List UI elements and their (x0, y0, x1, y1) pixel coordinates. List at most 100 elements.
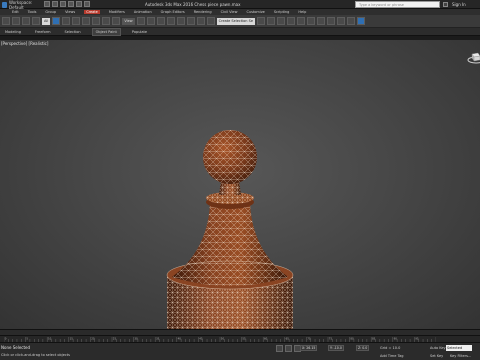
z-coordinate-field[interactable]: Z: 0.0 (356, 345, 370, 351)
sign-in-link[interactable]: Sign In (452, 2, 466, 7)
selection-lock-icon[interactable] (285, 345, 292, 352)
user-icon[interactable] (443, 2, 448, 7)
timeline-tick-label: 55 (242, 337, 246, 341)
timeline-tick-label: 90 (394, 337, 398, 341)
rendered-frame-icon[interactable] (337, 17, 346, 25)
menu-customize[interactable]: Customize (246, 10, 264, 14)
timeline-tick-label: 80 (350, 337, 354, 341)
redo-tool-icon[interactable] (12, 17, 20, 25)
menu-help[interactable]: Help (298, 10, 306, 14)
perspective-viewport[interactable]: [Perspective] [Realistic] (0, 40, 480, 329)
reference-coordinate-dropdown[interactable]: View (122, 17, 135, 25)
align-icon[interactable] (267, 17, 276, 25)
search-input[interactable]: Type a keyword or phrase (355, 1, 440, 8)
undo-tool-icon[interactable] (2, 17, 10, 25)
timeline-tick-label: 40 (178, 337, 182, 341)
material-editor-icon[interactable] (317, 17, 326, 25)
percent-snap-icon[interactable] (186, 17, 195, 25)
rectangular-selection-icon[interactable] (72, 17, 81, 25)
timeline-tick-label: 30 (134, 337, 138, 341)
tab-populate[interactable]: Populate (129, 29, 150, 35)
menu-civil-view[interactable]: Civil View (221, 10, 238, 14)
snaps-toggle-icon[interactable] (166, 17, 175, 25)
save-file-icon[interactable] (60, 1, 66, 7)
redo-icon[interactable] (76, 1, 82, 7)
curve-editor-icon[interactable] (297, 17, 306, 25)
select-by-name-icon[interactable] (62, 17, 71, 25)
title-bar: Workspace: Default Autodesk 3ds Max 2016… (0, 0, 480, 10)
timeline-tick-label: 35 (156, 337, 160, 341)
render-setup-icon[interactable] (327, 17, 336, 25)
select-scale-icon[interactable] (112, 17, 121, 25)
angle-snap-icon[interactable] (176, 17, 185, 25)
menu-create[interactable]: Create (84, 10, 100, 14)
menu-tools[interactable]: Tools (28, 10, 37, 14)
timeline-tick-label: 75 (329, 337, 333, 341)
unlink-icon[interactable] (32, 17, 40, 25)
timeline-tick-label: 0 (5, 337, 7, 341)
timeline-tick-label: 10 (48, 337, 52, 341)
tab-object-paint[interactable]: Object Paint (91, 27, 121, 36)
tab-freeform[interactable]: Freeform (32, 29, 54, 35)
viewcube-icon[interactable] (466, 50, 480, 66)
menu-graph-editors[interactable]: Graph Editors (161, 10, 185, 14)
named-selection-dropdown[interactable]: Create Selection Se (216, 17, 256, 25)
select-move-icon[interactable] (92, 17, 101, 25)
timeline-tick-label: 5 (26, 337, 28, 341)
menu-animation[interactable]: Animation (134, 10, 152, 14)
status-bar: None Selected Click or click-and-drag to… (0, 343, 480, 360)
chess-pawn-model[interactable] (150, 85, 310, 329)
mirror-icon[interactable] (257, 17, 266, 25)
add-time-tag-button[interactable]: Add Time Tag (380, 354, 404, 358)
pivot-center-icon[interactable] (136, 17, 145, 25)
workspace-selector[interactable]: Workspace: Default (2, 0, 42, 10)
set-key-button[interactable]: Set Key (430, 354, 443, 358)
select-rotate-icon[interactable] (102, 17, 111, 25)
menu-group[interactable]: Group (45, 10, 56, 14)
a360-render-icon[interactable] (357, 17, 366, 25)
key-filters-button[interactable]: Key Filters... (450, 354, 471, 358)
quick-access-toolbar (44, 1, 90, 8)
window-crossing-icon[interactable] (82, 17, 91, 25)
selection-status: None Selected (1, 345, 31, 350)
menu-modifiers[interactable]: Modifiers (109, 10, 125, 14)
open-file-icon[interactable] (52, 1, 58, 7)
edit-named-selection-icon[interactable] (206, 17, 215, 25)
timeline-tick-label: 50 (221, 337, 225, 341)
new-file-icon[interactable] (44, 1, 50, 7)
window-title: Autodesk 3ds Max 2016 Chess piece pawn.m… (145, 2, 241, 7)
spinner-snap-icon[interactable] (196, 17, 205, 25)
isolate-selection-icon[interactable] (276, 345, 283, 352)
key-mode-dropdown[interactable]: Selected (446, 345, 472, 351)
menu-edit[interactable]: Edit (12, 10, 19, 14)
timeline-ruler: 0510152025303540455055606570758085909510… (4, 337, 436, 342)
timeline-tick-label: 60 (264, 337, 268, 341)
tab-modeling[interactable]: Modeling (2, 29, 24, 35)
schematic-view-icon[interactable] (307, 17, 316, 25)
selection-filter-dropdown[interactable]: All (42, 17, 51, 25)
timeline-tick-label: 15 (70, 337, 74, 341)
timeline-tick-label: 45 (199, 337, 203, 341)
isolate-controls (276, 345, 301, 352)
select-object-icon[interactable] (52, 17, 61, 25)
app-logo-icon (2, 1, 8, 8)
layer-manager-icon[interactable] (277, 17, 286, 25)
timeline-tick-label: 25 (113, 337, 117, 341)
render-production-icon[interactable] (347, 17, 356, 25)
y-coordinate-field[interactable]: Y: -10.0 (328, 345, 344, 351)
menu-views[interactable]: Views (65, 10, 75, 14)
x-coordinate-field[interactable]: X: 26.15 (300, 345, 318, 351)
menu-rendering[interactable]: Rendering (194, 10, 212, 14)
graphite-toggle-icon[interactable] (287, 17, 296, 25)
project-folder-icon[interactable] (84, 1, 90, 7)
menu-scripting[interactable]: Scripting (274, 10, 290, 14)
link-icon[interactable] (22, 17, 30, 25)
keyboard-shortcut-icon[interactable] (156, 17, 165, 25)
tab-selection[interactable]: Selection (62, 29, 84, 35)
viewport-label[interactable]: [Perspective] [Realistic] (1, 41, 48, 46)
undo-icon[interactable] (68, 1, 74, 7)
select-manipulate-icon[interactable] (146, 17, 155, 25)
ribbon-tabs: Modeling Freeform Selection Object Paint… (0, 27, 480, 36)
auto-key-button[interactable]: Auto Key (430, 346, 446, 350)
prompt-line: Click or click-and-drag to select object… (1, 353, 70, 357)
